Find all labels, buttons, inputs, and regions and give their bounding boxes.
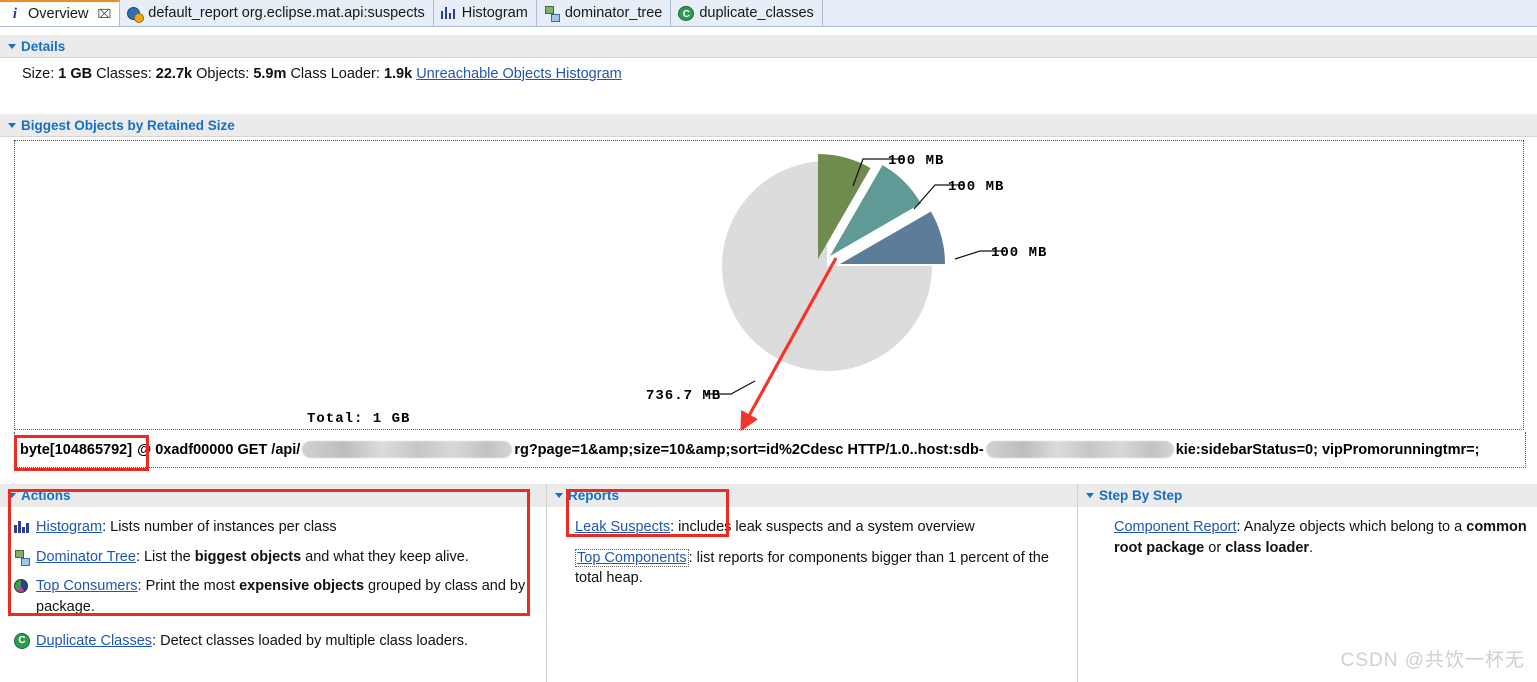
dominator-tree-desc-bold: biggest objects: [194, 548, 302, 565]
action-item-top-consumers[interactable]: Top Consumers: Print the most expensive …: [14, 576, 538, 617]
redacted-region-1: [302, 441, 513, 458]
bottom-panels: Actions Histogram: Lists number of insta…: [0, 484, 1537, 682]
details-header-label: Details: [21, 38, 66, 54]
retained-size-pie-chart[interactable]: 100 MB 100 MB 100 MB 736.7 MB Total: 1 G…: [14, 140, 1524, 430]
step-item-component-report[interactable]: Component Report: Analyze objects which …: [1114, 517, 1537, 558]
duplicate-classes-icon: C: [678, 5, 695, 21]
reports-body: Leak Suspects: includes leak suspects an…: [547, 507, 1077, 589]
actions-panel: Actions Histogram: Lists number of insta…: [0, 484, 546, 682]
classes-value: 22.7k: [155, 66, 193, 82]
byte-array-detail-1: @ 0xadf00000 GET /api/: [137, 441, 301, 458]
details-body: Size: 1 GB Classes: 22.7k Objects: 5.9m …: [0, 58, 1537, 88]
top-consumers-desc-bold: expensive objects: [239, 578, 365, 595]
byte-array-detail-3: kie:sidebarStatus=0; vipPromorunningtmr=…: [1175, 441, 1480, 458]
editor-tab-bar: i Overview ⌧ default_report org.eclipse.…: [0, 0, 1537, 27]
byte-array-name: byte[104865792]: [20, 441, 133, 458]
close-icon[interactable]: ⌧: [97, 8, 111, 20]
unreachable-objects-histogram-link[interactable]: Unreachable Objects Histogram: [416, 66, 622, 82]
tab-default-report[interactable]: default_report org.eclipse.mat.api:suspe…: [120, 0, 434, 26]
pie-label-4: 736.7 MB: [646, 388, 721, 404]
pie-label-3: 100 MB: [991, 245, 1047, 261]
chevron-down-icon[interactable]: [1086, 493, 1094, 498]
tab-histogram[interactable]: Histogram: [433, 0, 537, 26]
class-loader-label: Class Loader:: [290, 66, 380, 82]
tab-overview[interactable]: i Overview ⌧: [0, 0, 121, 26]
component-report-desc-3: .: [1309, 539, 1314, 556]
tab-default-report-label: default_report org.eclipse.mat.api:suspe…: [148, 5, 425, 21]
tree-icon: [544, 5, 560, 22]
leak-suspects-desc: : includes leak suspects and a system ov…: [670, 519, 975, 535]
dominator-tree-desc-1: : List the: [135, 548, 195, 565]
action-item-histogram[interactable]: Histogram: Lists number of instances per…: [14, 517, 538, 538]
histogram-link[interactable]: Histogram: [36, 519, 102, 535]
report-icon: [127, 5, 145, 23]
histogram-desc: : Lists number of instances per class: [102, 519, 337, 535]
component-report-link[interactable]: Component Report: [1114, 519, 1237, 535]
biggest-objects-section: Biggest Objects by Retained Size: [0, 114, 1537, 137]
report-item-top-components[interactable]: Top Components: list reports for compone…: [575, 548, 1069, 589]
histogram-icon: [14, 519, 30, 535]
reports-section-header[interactable]: Reports: [547, 484, 1077, 507]
tab-dominator-tree-label: dominator_tree: [564, 5, 663, 21]
top-consumers-desc-1: : Print the most: [137, 578, 240, 595]
top-components-link[interactable]: Top Components: [575, 548, 689, 567]
report-item-leak-suspects[interactable]: Leak Suspects: includes leak suspects an…: [575, 517, 1069, 538]
biggest-objects-header-label: Biggest Objects by Retained Size: [21, 117, 235, 133]
step-by-step-section-header[interactable]: Step By Step: [1078, 484, 1537, 507]
csdn-watermark: CSDN @共饮一杯无: [1340, 650, 1525, 671]
biggest-objects-section-header[interactable]: Biggest Objects by Retained Size: [0, 114, 1537, 137]
chevron-down-icon[interactable]: [8, 43, 16, 49]
objects-value: 5.9m: [253, 66, 287, 82]
chevron-down-icon[interactable]: [555, 493, 563, 498]
tree-icon: [14, 549, 30, 566]
action-item-dominator-tree[interactable]: Dominator Tree: List the biggest objects…: [14, 547, 538, 568]
duplicate-classes-link[interactable]: Duplicate Classes: [36, 633, 152, 649]
biggest-object-row[interactable]: byte[104865792] @ 0xadf00000 GET /api/ r…: [14, 432, 1526, 468]
tab-histogram-label: Histogram: [461, 5, 528, 21]
histogram-icon: [440, 5, 457, 21]
actions-section-header[interactable]: Actions: [0, 484, 546, 507]
tab-overview-label: Overview: [28, 6, 89, 22]
details-section: Details Size: 1 GB Classes: 22.7k Object…: [0, 35, 1537, 88]
info-icon: i: [12, 6, 18, 22]
step-by-step-body: Component Report: Analyze objects which …: [1078, 507, 1537, 558]
classes-label: Classes:: [96, 66, 152, 82]
step-by-step-header-label: Step By Step: [1099, 488, 1183, 503]
dominator-tree-link[interactable]: Dominator Tree: [36, 549, 136, 565]
tab-duplicate-classes[interactable]: C duplicate_classes: [671, 0, 823, 26]
action-item-duplicate-classes[interactable]: C Duplicate Classes: Detect classes load…: [14, 631, 538, 652]
details-section-header[interactable]: Details: [0, 35, 1537, 58]
pie-label-1: 100 MB: [888, 153, 944, 169]
tab-duplicate-classes-label: duplicate_classes: [699, 5, 814, 21]
dominator-tree-desc-2: and what they keep alive.: [301, 548, 469, 565]
reports-header-label: Reports: [568, 488, 620, 503]
pie-chart-svg: 100 MB 100 MB 100 MB 736.7 MB: [646, 153, 1047, 404]
chart-total-label: Total: 1 GB: [307, 411, 411, 427]
duplicate-classes-icon: C: [14, 633, 30, 650]
actions-body: Histogram: Lists number of instances per…: [0, 507, 546, 652]
chevron-down-icon[interactable]: [8, 493, 16, 498]
pie-label-2: 100 MB: [948, 179, 1004, 195]
pie-icon: [14, 578, 30, 594]
size-value: 1 GB: [58, 66, 93, 82]
tab-dominator-tree[interactable]: dominator_tree: [536, 0, 672, 26]
component-report-desc-2: or: [1204, 539, 1226, 556]
byte-array-detail-2: rg?page=1&amp;size=10&amp;sort=id%2Cdesc…: [514, 441, 984, 458]
class-loader-value: 1.9k: [383, 66, 413, 82]
component-report-desc-1: : Analyze objects which belong to a: [1236, 519, 1467, 535]
chevron-down-icon[interactable]: [8, 122, 16, 128]
component-report-bold-2: class loader: [1225, 539, 1310, 556]
actions-header-label: Actions: [21, 488, 71, 503]
redacted-region-2: [985, 441, 1174, 458]
leak-suspects-link[interactable]: Leak Suspects: [575, 519, 670, 535]
objects-label: Objects:: [196, 66, 250, 82]
top-consumers-link[interactable]: Top Consumers: [36, 578, 138, 594]
duplicate-classes-desc: : Detect classes loaded by multiple clas…: [152, 633, 468, 650]
size-label: Size:: [22, 66, 55, 82]
reports-panel: Reports Leak Suspects: includes leak sus…: [547, 484, 1077, 682]
eclipse-mat-overview-window: i Overview ⌧ default_report org.eclipse.…: [0, 0, 1537, 682]
